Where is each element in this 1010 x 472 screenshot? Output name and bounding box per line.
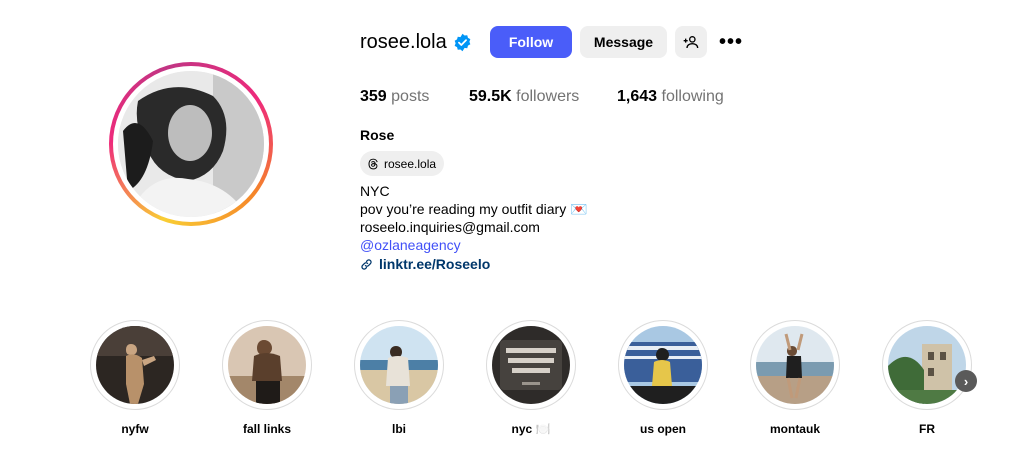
highlight-cover <box>888 326 966 404</box>
follow-button[interactable]: Follow <box>490 26 572 58</box>
avatar-photo <box>118 71 264 217</box>
highlight-cover <box>360 326 438 404</box>
highlight-cover <box>96 326 174 404</box>
profile-username: rosee.lola <box>360 31 447 53</box>
threads-icon <box>368 158 378 169</box>
highlight-cover <box>228 326 306 404</box>
bio-tagline: pov you’re reading my outfit diary 💌 <box>360 201 588 217</box>
profile-avatar[interactable] <box>109 62 273 226</box>
link-icon <box>361 258 372 270</box>
message-button[interactable]: Message <box>580 26 667 58</box>
highlight-label: FR <box>919 422 935 436</box>
profile-full-name: Rose <box>360 127 395 143</box>
highlight-cover <box>492 326 570 404</box>
posts-label: posts <box>391 88 430 105</box>
add-user-button[interactable] <box>675 26 707 58</box>
following-count: 1,643 <box>617 88 658 105</box>
chevron-right-icon[interactable]: › <box>955 370 977 392</box>
highlight-label: nyc 🍽️ <box>511 422 551 436</box>
more-options-icon[interactable]: ••• <box>716 26 746 58</box>
highlight-label: us open <box>639 422 686 436</box>
highlight-cover <box>756 326 834 404</box>
verified-badge-icon <box>454 33 471 52</box>
followers-stat[interactable]: 59.5K followers <box>469 88 579 106</box>
highlight-label: fall links <box>242 422 292 436</box>
threads-badge[interactable]: rosee.lola <box>360 151 445 176</box>
posts-count: 359 <box>360 88 387 105</box>
bio-external-link[interactable]: linktr.ee/Roseelo <box>360 256 490 272</box>
highlight-label: lbi <box>392 422 406 436</box>
bio-mention-link[interactable]: @ozlaneagency <box>360 237 461 253</box>
bio-email: roseelo.inquiries@gmail.com <box>360 219 540 235</box>
highlight-label: nyfw <box>121 422 149 436</box>
bio-location: NYC <box>360 183 390 199</box>
following-stat[interactable]: 1,643 following <box>617 88 724 106</box>
highlight-cover <box>624 326 702 404</box>
followers-count: 59.5K <box>469 88 512 105</box>
add-user-icon <box>683 36 699 49</box>
threads-handle: rosee.lola <box>384 156 437 171</box>
highlight-label: montauk <box>769 422 820 436</box>
external-link-text: linktr.ee/Roseelo <box>379 256 491 272</box>
posts-stat: 359 posts <box>360 88 429 106</box>
following-label: following <box>661 88 724 105</box>
followers-label: followers <box>516 88 580 105</box>
avatar-image <box>118 71 264 217</box>
